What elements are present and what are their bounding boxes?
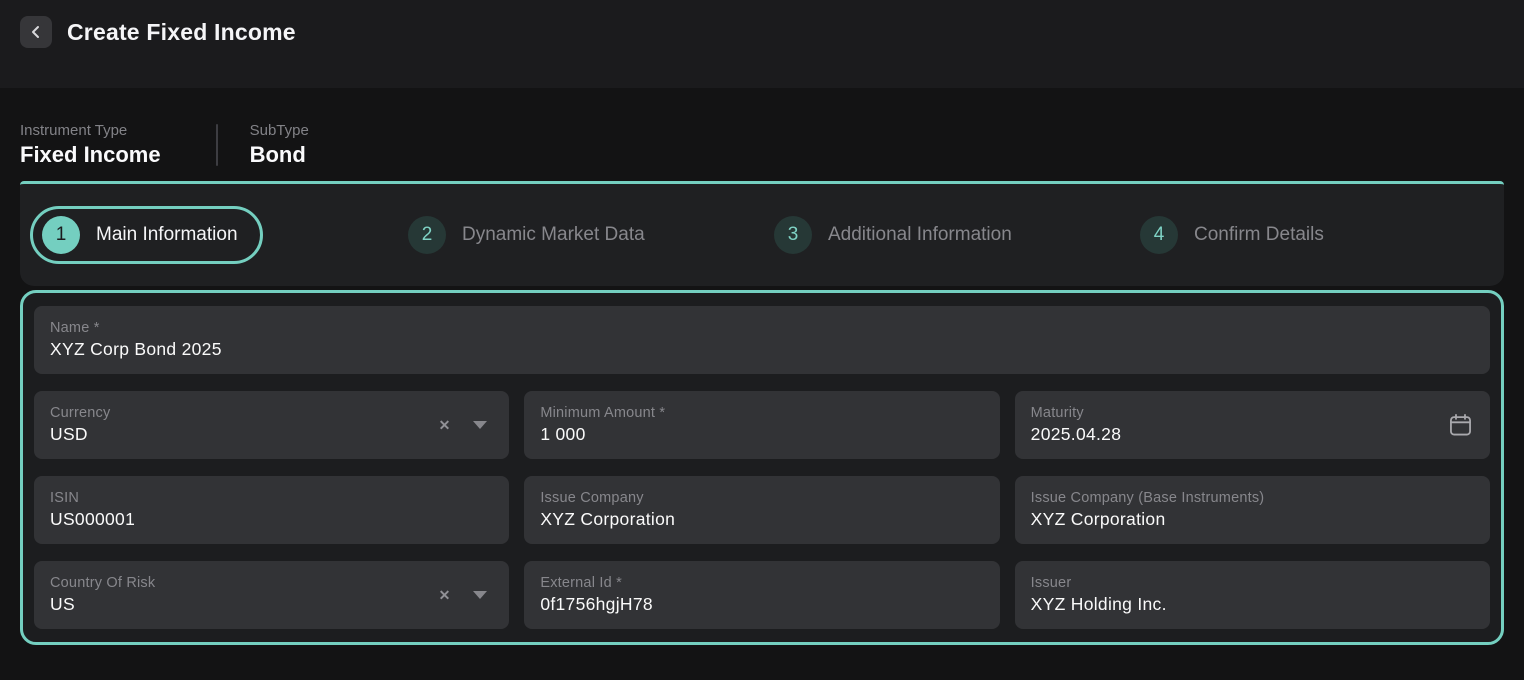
instrument-meta: Instrument Type Fixed Income SubType Bon… xyxy=(20,122,1504,168)
clear-icon[interactable]: ✕ xyxy=(439,588,451,602)
clear-icon[interactable]: ✕ xyxy=(439,418,451,432)
step-pill: 2 Dynamic Market Data xyxy=(396,206,670,264)
external-id-label: External Id * xyxy=(540,575,983,591)
country-of-risk-label: Country Of Risk xyxy=(50,575,493,591)
isin-field[interactable]: ISIN US000001 xyxy=(34,476,509,544)
subtype-value: Bond xyxy=(250,142,309,168)
step-label: Dynamic Market Data xyxy=(462,224,645,246)
create-fixed-income-page: Create Fixed Income Instrument Type Fixe… xyxy=(0,0,1524,645)
issue-company-base-label: Issue Company (Base Instruments) xyxy=(1031,490,1474,506)
maturity-label: Maturity xyxy=(1031,405,1474,421)
step-number-badge: 3 xyxy=(774,216,812,254)
step-confirm-details[interactable]: 4 Confirm Details xyxy=(1128,206,1494,264)
currency-label: Currency xyxy=(50,405,493,421)
isin-label: ISIN xyxy=(50,490,493,506)
step-number-badge: 2 xyxy=(408,216,446,254)
wizard-stepper: 1 Main Information 2 Dynamic Market Data… xyxy=(20,181,1504,286)
issuer-label: Issuer xyxy=(1031,575,1474,591)
chevron-down-icon[interactable] xyxy=(473,591,487,599)
subtype-label: SubType xyxy=(250,122,309,139)
name-field-value: XYZ Corp Bond 2025 xyxy=(50,339,1474,360)
step-pill: 4 Confirm Details xyxy=(1128,206,1349,264)
page-header: Create Fixed Income xyxy=(0,0,1524,88)
chevron-left-icon xyxy=(28,24,44,40)
step-pill: 3 Additional Information xyxy=(762,206,1037,264)
instrument-type-value: Fixed Income xyxy=(20,142,161,168)
minimum-amount-value: 1 000 xyxy=(540,424,983,445)
calendar-icon[interactable] xyxy=(1447,412,1474,439)
step-main-information[interactable]: 1 Main Information xyxy=(30,206,396,264)
currency-value: USD xyxy=(50,424,493,445)
currency-select[interactable]: Currency USD ✕ xyxy=(34,391,509,459)
external-id-value: 0f1756hgjH78 xyxy=(540,594,983,615)
step-label: Main Information xyxy=(96,224,238,246)
currency-controls: ✕ xyxy=(439,418,488,432)
issuer-field[interactable]: Issuer XYZ Holding Inc. xyxy=(1015,561,1490,629)
minimum-amount-label: Minimum Amount * xyxy=(540,405,983,421)
country-of-risk-select[interactable]: Country Of Risk US ✕ xyxy=(34,561,509,629)
maturity-value: 2025.04.28 xyxy=(1031,424,1474,445)
minimum-amount-field[interactable]: Minimum Amount * 1 000 xyxy=(524,391,999,459)
chevron-down-icon[interactable] xyxy=(473,421,487,429)
step-pill: 1 Main Information xyxy=(30,206,263,264)
issue-company-value: XYZ Corporation xyxy=(540,509,983,530)
step-label: Additional Information xyxy=(828,224,1012,246)
subtype: SubType Bond xyxy=(218,122,309,168)
issue-company-label: Issue Company xyxy=(540,490,983,506)
step-number-badge: 1 xyxy=(42,216,80,254)
name-field-label: Name * xyxy=(50,320,1474,336)
instrument-type: Instrument Type Fixed Income xyxy=(20,122,216,168)
maturity-field[interactable]: Maturity 2025.04.28 xyxy=(1015,391,1490,459)
issue-company-field[interactable]: Issue Company XYZ Corporation xyxy=(524,476,999,544)
issue-company-base-field[interactable]: Issue Company (Base Instruments) XYZ Cor… xyxy=(1015,476,1490,544)
country-of-risk-value: US xyxy=(50,594,493,615)
step-additional-information[interactable]: 3 Additional Information xyxy=(762,206,1128,264)
step-dynamic-market-data[interactable]: 2 Dynamic Market Data xyxy=(396,206,762,264)
issue-company-base-value: XYZ Corporation xyxy=(1031,509,1474,530)
instrument-type-label: Instrument Type xyxy=(20,122,161,139)
step-label: Confirm Details xyxy=(1194,224,1324,246)
page-title: Create Fixed Income xyxy=(67,16,296,48)
step-number-badge: 4 xyxy=(1140,216,1178,254)
isin-value: US000001 xyxy=(50,509,493,530)
issuer-value: XYZ Holding Inc. xyxy=(1031,594,1474,615)
main-information-form: Name * XYZ Corp Bond 2025 Currency USD ✕… xyxy=(20,290,1504,645)
country-of-risk-controls: ✕ xyxy=(439,588,488,602)
name-field[interactable]: Name * XYZ Corp Bond 2025 xyxy=(34,306,1490,374)
back-button[interactable] xyxy=(20,16,52,48)
external-id-field[interactable]: External Id * 0f1756hgjH78 xyxy=(524,561,999,629)
